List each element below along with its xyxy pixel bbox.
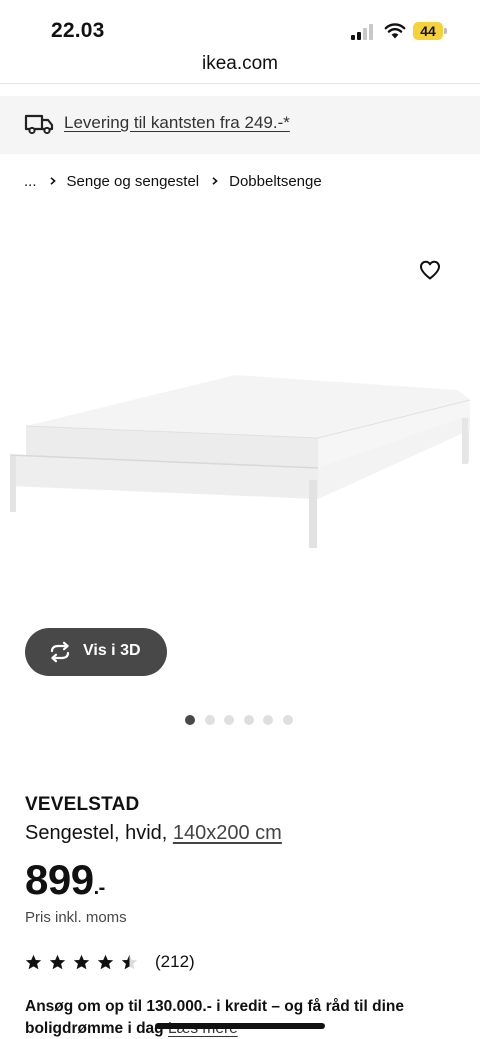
carousel-dot[interactable] bbox=[263, 715, 273, 725]
view-in-3d-label: Vis i 3D bbox=[83, 642, 141, 659]
rating-count[interactable]: (212) bbox=[155, 952, 195, 972]
chevron-right-icon bbox=[49, 177, 56, 185]
price-value: 899 bbox=[25, 856, 94, 903]
battery-icon: 44 bbox=[413, 22, 447, 40]
carousel-dot[interactable] bbox=[204, 715, 215, 725]
carousel-dot[interactable] bbox=[243, 715, 254, 725]
carousel-dots bbox=[185, 715, 302, 725]
battery-level: 44 bbox=[420, 23, 436, 39]
wifi-icon bbox=[384, 23, 406, 39]
breadcrumb: ... Senge og sengestel Dobbeltsenge bbox=[24, 171, 322, 191]
price-suffix: .- bbox=[93, 877, 106, 899]
battery-cap bbox=[444, 28, 447, 34]
status-time: 22.03 bbox=[51, 19, 105, 42]
carousel-dot[interactable] bbox=[224, 715, 234, 725]
truck-icon bbox=[24, 114, 54, 135]
url-text[interactable]: ikea.com bbox=[202, 53, 278, 75]
price-note: Pris inkl. moms bbox=[25, 909, 127, 926]
bed-image bbox=[9, 375, 471, 548]
breadcrumb-ellipsis[interactable]: ... bbox=[24, 173, 37, 190]
view-in-3d-button[interactable]: Vis i 3D bbox=[25, 628, 167, 676]
product-name: VEVELSTAD bbox=[25, 794, 140, 815]
cellular-signal-icon bbox=[351, 24, 373, 40]
credit-promo: Ansøg om op til 130.000.- i kredit – og … bbox=[25, 996, 465, 1039]
rotate-3d-icon bbox=[50, 641, 70, 663]
star-full-icon bbox=[73, 954, 90, 969]
home-indicator[interactable] bbox=[155, 1023, 325, 1029]
star-full-icon bbox=[49, 954, 66, 969]
address-bar[interactable]: ikea.com bbox=[0, 48, 480, 84]
rating[interactable]: (212) bbox=[25, 952, 195, 972]
product-description: Sengestel, hvid, 140x200 cm bbox=[25, 822, 282, 845]
star-full-icon bbox=[97, 954, 114, 969]
breadcrumb-beds[interactable]: Senge og sengestel bbox=[67, 173, 200, 190]
star-half-icon bbox=[121, 954, 138, 969]
star-full-icon bbox=[25, 954, 42, 969]
size-link[interactable]: 140x200 cm bbox=[173, 822, 282, 844]
breadcrumb-double-beds[interactable]: Dobbeltsenge bbox=[229, 173, 322, 190]
carousel-dot[interactable] bbox=[282, 715, 293, 725]
delivery-link[interactable]: Levering til kantsten fra 249.-* bbox=[64, 113, 290, 133]
product-type: Sengestel, hvid, bbox=[25, 822, 168, 844]
product-page: 22.03 44 ikea.com Levering til kantsten … bbox=[0, 0, 480, 1039]
delivery-banner[interactable]: Levering til kantsten fra 249.-* bbox=[0, 96, 480, 154]
chevron-right-icon bbox=[212, 177, 218, 185]
product-price: 899.- bbox=[25, 856, 105, 904]
carousel-dot[interactable] bbox=[185, 715, 195, 725]
heart-outline-icon[interactable] bbox=[418, 258, 442, 282]
